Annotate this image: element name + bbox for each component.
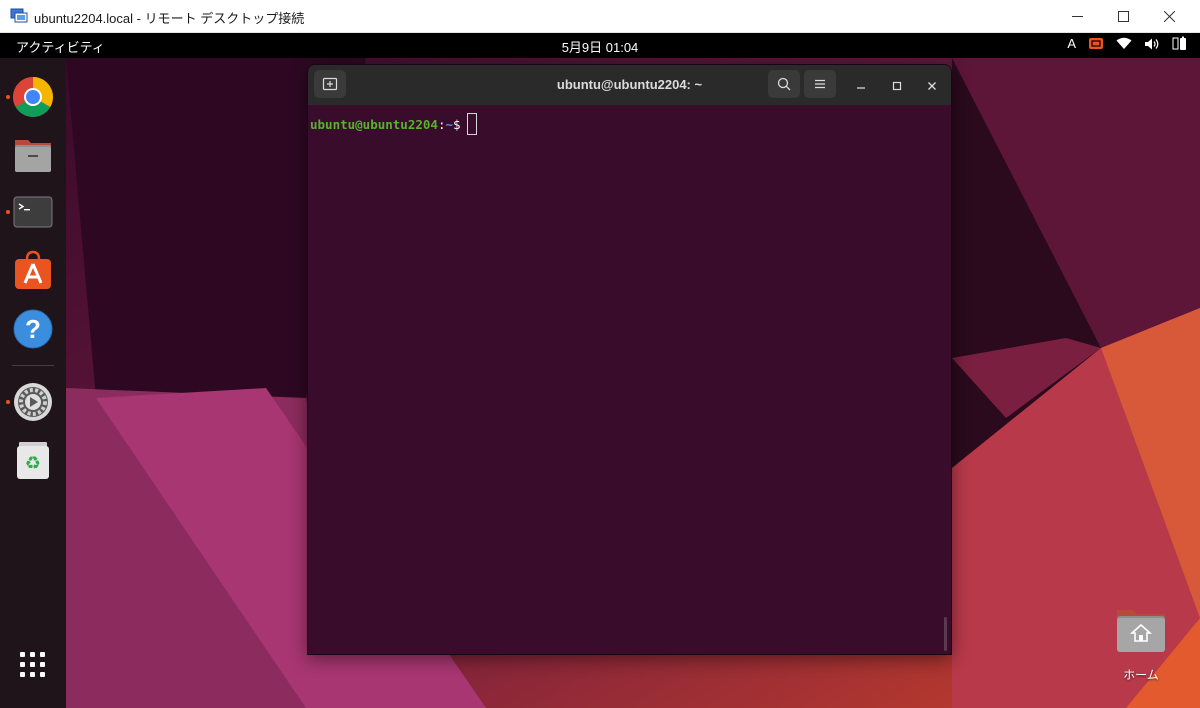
terminal-scrollbar[interactable] bbox=[944, 617, 947, 651]
activities-button[interactable]: アクティビティ bbox=[16, 37, 105, 56]
hamburger-menu-icon bbox=[815, 79, 825, 89]
svg-text:♻: ♻ bbox=[25, 453, 41, 474]
terminal-icon bbox=[13, 196, 53, 228]
running-indicator bbox=[6, 400, 10, 404]
minimize-icon bbox=[1071, 16, 1083, 17]
new-tab-icon bbox=[322, 77, 338, 91]
dock-item-chrome[interactable] bbox=[12, 76, 54, 118]
maximize-button[interactable] bbox=[1100, 0, 1146, 33]
app-grid-icon bbox=[20, 652, 45, 677]
prompt-path: ~ bbox=[445, 117, 453, 132]
remote-desktop-icon bbox=[10, 8, 28, 23]
desktop-home-folder[interactable] bbox=[1113, 606, 1169, 656]
dock-separator bbox=[12, 365, 54, 366]
running-indicator bbox=[6, 95, 10, 99]
text-cursor bbox=[466, 113, 477, 135]
dock-item-files[interactable] bbox=[12, 134, 54, 176]
rdp-titlebar[interactable]: ubuntu2204.local - リモート デスクトップ接続 bbox=[0, 0, 1200, 33]
close-icon bbox=[1163, 11, 1175, 22]
running-indicator bbox=[6, 210, 10, 214]
wifi-icon[interactable] bbox=[1116, 37, 1132, 50]
terminal-headerbar[interactable]: ubuntu@ubuntu2204: ~ bbox=[308, 65, 951, 106]
maximize-icon bbox=[1117, 11, 1129, 22]
minimize-icon bbox=[857, 87, 865, 89]
close-button[interactable] bbox=[1146, 0, 1192, 33]
dock-item-terminal[interactable] bbox=[12, 191, 54, 233]
search-icon bbox=[777, 77, 791, 91]
menu-button[interactable] bbox=[804, 70, 836, 98]
dock-item-help[interactable]: ? bbox=[12, 308, 54, 350]
svg-text:?: ? bbox=[25, 314, 41, 344]
dock-item-settings[interactable] bbox=[12, 381, 54, 423]
shell-prompt: ubuntu@ubuntu2204:~$ bbox=[310, 113, 477, 135]
terminal-minimize-button[interactable] bbox=[850, 75, 872, 97]
rdp-window-title: ubuntu2204.local - リモート デスクトップ接続 bbox=[34, 11, 305, 26]
close-icon bbox=[928, 82, 936, 90]
system-tray[interactable]: A bbox=[1067, 36, 1188, 51]
volume-icon[interactable] bbox=[1144, 37, 1160, 51]
terminal-window[interactable]: ubuntu@ubuntu2204: ~ ubuntu@ubuntu2204:~… bbox=[307, 64, 952, 655]
prompt-symbol: $ bbox=[453, 117, 461, 132]
input-method-indicator[interactable]: A bbox=[1067, 36, 1076, 51]
help-icon: ? bbox=[13, 309, 53, 349]
desktop-home-label: ホーム bbox=[1123, 668, 1159, 682]
new-tab-button[interactable] bbox=[314, 70, 346, 98]
show-apps-button[interactable] bbox=[18, 650, 48, 680]
settings-icon bbox=[14, 383, 52, 421]
dock-item-trash[interactable]: ♻ bbox=[12, 439, 54, 481]
prompt-user-host: ubuntu@ubuntu2204 bbox=[310, 117, 438, 132]
gnome-top-bar: アクティビティ 5月9日 01:04 A bbox=[0, 33, 1200, 58]
terminal-maximize-button[interactable] bbox=[886, 75, 908, 97]
terminal-content[interactable]: ubuntu@ubuntu2204:~$ bbox=[308, 105, 951, 654]
clock[interactable]: 5月9日 01:04 bbox=[562, 40, 639, 55]
trash-icon: ♻ bbox=[17, 442, 49, 479]
maximize-icon bbox=[892, 81, 902, 91]
dock-item-app-center[interactable] bbox=[12, 249, 54, 291]
app-center-icon bbox=[15, 250, 51, 289]
minimize-button[interactable] bbox=[1054, 0, 1100, 33]
battery-icon[interactable] bbox=[1172, 36, 1188, 51]
screen-share-icon[interactable] bbox=[1088, 37, 1104, 51]
chrome-icon bbox=[13, 77, 53, 117]
ubuntu-dock: ? ♻ bbox=[0, 58, 66, 708]
terminal-close-button[interactable] bbox=[921, 75, 943, 97]
files-icon bbox=[15, 140, 51, 172]
home-folder-icon bbox=[1117, 610, 1165, 652]
search-button[interactable] bbox=[768, 70, 800, 98]
